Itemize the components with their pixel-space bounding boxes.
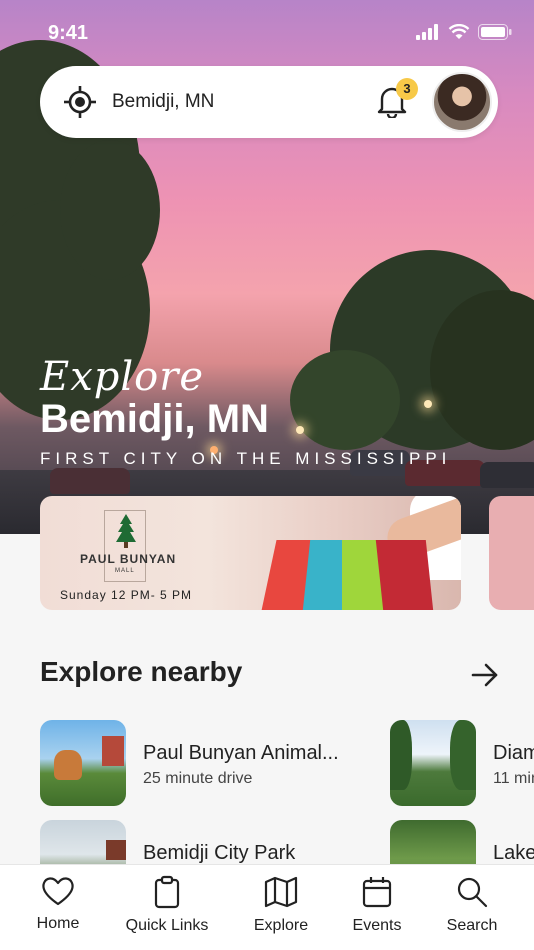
status-bar: 9:41 (0, 20, 534, 48)
location-target-icon[interactable] (64, 86, 96, 118)
tab-bar: Home Quick Links Explore Events Search (0, 864, 534, 950)
tab-home[interactable]: Home (8, 875, 108, 933)
avatar[interactable] (432, 72, 492, 132)
promo-hours: Sunday 12 PM- 5 PM (60, 588, 193, 602)
place-name: Lake (493, 842, 534, 864)
place-name: Paul Bunyan Animal... (143, 742, 339, 764)
mall-logo-text: PAUL BUNYAN (80, 552, 177, 566)
map-icon (264, 876, 298, 908)
tab-events[interactable]: Events (327, 875, 427, 935)
promo-card[interactable]: PAUL BUNYAN MALL Sunday 12 PM- 5 PM (40, 496, 461, 610)
notification-badge: 3 (396, 78, 418, 100)
place-distance: 25 minute drive (143, 770, 253, 787)
mall-logo-subtext: MALL (115, 568, 135, 574)
tab-explore[interactable]: Explore (231, 875, 331, 935)
tree-decoration (60, 140, 160, 280)
place-distance: 11 min (493, 770, 534, 787)
promo-card-next[interactable] (489, 496, 534, 610)
tab-label: Events (352, 917, 402, 934)
hero-subtitle: FIRST CITY ON THE MISSISSIPPI (40, 449, 452, 468)
status-time: 9:41 (48, 22, 89, 44)
pine-tree-icon (116, 514, 136, 548)
location-text[interactable]: Bemidji, MN (112, 91, 214, 113)
place-thumbnail (390, 720, 476, 806)
tab-quick-links[interactable]: Quick Links (117, 875, 217, 935)
tab-label: Explore (253, 917, 309, 934)
tab-label: Quick Links (125, 917, 209, 934)
shopping-bag (375, 540, 435, 610)
hero-script-text: Explore (40, 354, 205, 400)
place-name: Bemidji City Park (143, 842, 296, 864)
car (50, 468, 130, 494)
signal-icon (416, 24, 438, 40)
clipboard-icon (154, 875, 180, 909)
location-bar[interactable]: Bemidji, MN 3 (40, 66, 498, 138)
hero-text: Explore Bemidji, MN FIRST CITY ON THE MI… (40, 355, 451, 469)
place-thumbnail (40, 720, 126, 806)
tab-label: Search (446, 917, 498, 934)
arrow-right-icon[interactable] (470, 662, 500, 688)
search-icon (457, 877, 488, 908)
heart-icon (42, 877, 74, 906)
section-title: Explore nearby (40, 656, 243, 687)
car (480, 462, 534, 488)
wifi-icon (448, 24, 470, 39)
page-title: Bemidji, MN (40, 397, 269, 441)
battery-icon (478, 24, 512, 40)
calendar-icon (362, 877, 392, 908)
tab-label: Home (36, 915, 80, 932)
tab-search[interactable]: Search (422, 875, 522, 935)
place-name: Diam (493, 742, 534, 764)
